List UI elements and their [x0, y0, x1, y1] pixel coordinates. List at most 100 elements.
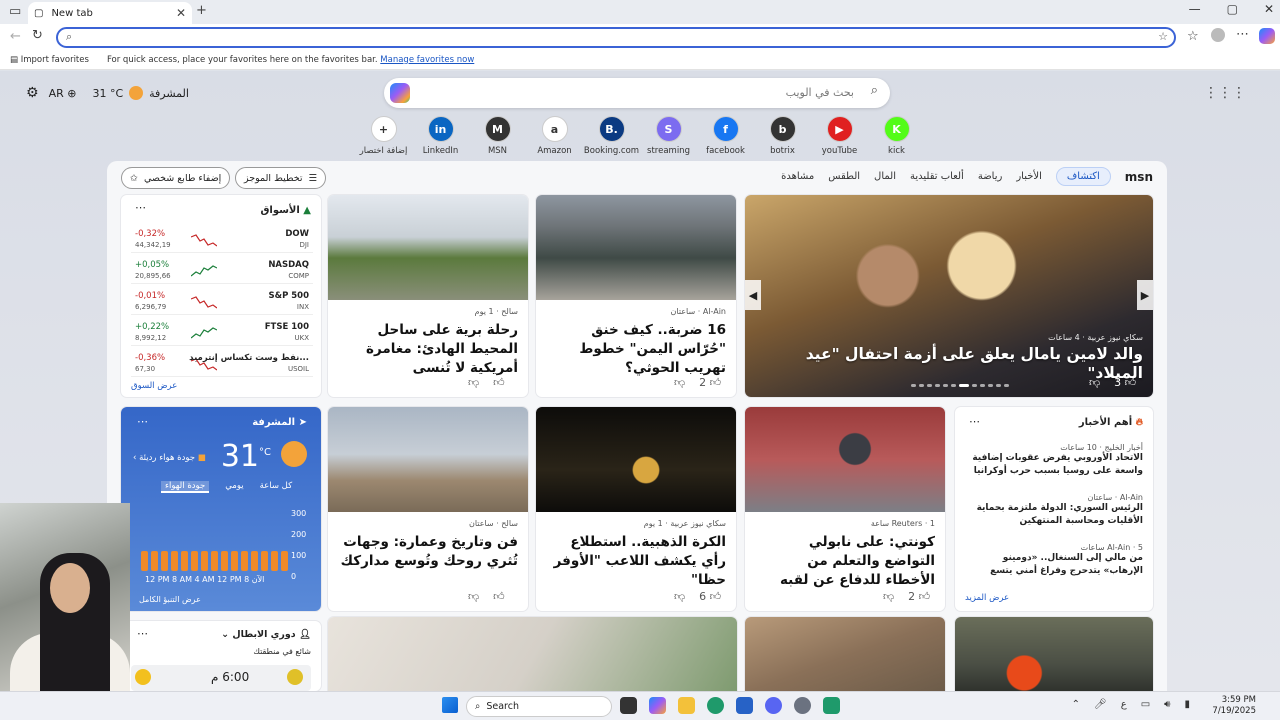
- task-view-icon[interactable]: [620, 697, 637, 714]
- feed-tab[interactable]: مشاهدة: [781, 171, 814, 182]
- weather-chip[interactable]: 31 °C المشرفة: [92, 86, 189, 100]
- shortcut-tile[interactable]: + إضافة اختصار: [355, 116, 412, 156]
- like-button[interactable]: 2 👍︎: [908, 590, 930, 603]
- feed-tab[interactable]: اكتشاف: [1055, 167, 1111, 186]
- copilot-icon[interactable]: [649, 697, 666, 714]
- personalize-button[interactable]: ✩ إضفاء طابع شخصي: [121, 167, 231, 189]
- store-icon[interactable]: [736, 697, 753, 714]
- weather-tab[interactable]: جودة الهواء: [161, 481, 210, 493]
- top-news-item[interactable]: أخبار الخليج · 10 ساعات الاتحاد الأوروبي …: [965, 443, 1143, 478]
- edge-icon[interactable]: [707, 697, 724, 714]
- news-title[interactable]: الكرة الذهبية.. استطلاع رأي يكشف اللاعب …: [546, 533, 726, 590]
- carousel-prev-button[interactable]: ◀: [745, 280, 761, 310]
- news-card[interactable]: Al-Ain · ساعتان 16 ضربة.. كيف خنق "حُرّا…: [536, 195, 736, 397]
- like-button[interactable]: 6 👍︎: [699, 590, 721, 603]
- dislike-icon[interactable]: 👎︎: [883, 590, 894, 603]
- battery-icon[interactable]: ▮: [1184, 699, 1190, 710]
- tab-actions-icon[interactable]: ▭: [9, 4, 21, 19]
- more-options-icon[interactable]: ⋯: [135, 201, 146, 214]
- manage-favorites-link[interactable]: Manage favorites now: [380, 55, 474, 65]
- minimize-icon[interactable]: —: [1189, 2, 1201, 16]
- close-tab-icon[interactable]: ✕: [176, 6, 186, 20]
- tab-new-tab[interactable]: ▢ New tab ✕: [28, 2, 192, 24]
- news-card[interactable]: Reuters · 1 ساعة كونتي: على نابولي التوا…: [745, 407, 945, 611]
- more-options-icon[interactable]: ⋯: [969, 415, 980, 428]
- top-news-item[interactable]: Al-Ain · ساعتان الرئيس السوري: الدولة ملت…: [965, 493, 1143, 528]
- search-icon[interactable]: ⌕: [871, 83, 878, 98]
- full-forecast-link[interactable]: عرض التنبؤ الكامل: [139, 595, 201, 604]
- market-row[interactable]: -0,32% 44,342,19 DOW DJI: [131, 227, 313, 253]
- news-title[interactable]: فن وتاريخ وعمارة: وجهات تُثري روحك وتُوس…: [338, 533, 518, 571]
- settings-icon[interactable]: [794, 697, 811, 714]
- file-explorer-icon[interactable]: [678, 697, 695, 714]
- discord-icon[interactable]: [765, 697, 782, 714]
- market-row[interactable]: -0,01% 6,296,79 S&P 500 INX: [131, 289, 313, 315]
- feed-tab[interactable]: المال: [874, 171, 896, 182]
- shortcut-tile[interactable]: b botrix: [754, 116, 811, 156]
- new-tab-icon[interactable]: +: [196, 3, 207, 18]
- address-bar[interactable]: ⌕ ☆: [56, 27, 1176, 48]
- dislike-icon[interactable]: 👎︎: [1089, 376, 1100, 389]
- news-card[interactable]: سكاي نيوز عربية · 1 يوم الكرة الذهبية.. …: [536, 407, 736, 611]
- favorites-icon[interactable]: ☆: [1187, 29, 1199, 44]
- dislike-icon[interactable]: 👎︎: [674, 590, 685, 603]
- shortcut-tile[interactable]: ▶ youTube: [811, 116, 868, 156]
- shortcut-tile[interactable]: B. Booking.com: [583, 116, 640, 156]
- news-card[interactable]: سالح · ساعتان فن وتاريخ وعمارة: وجهات تُ…: [328, 407, 528, 611]
- feed-layout-button[interactable]: تخطيط الموجز ☰: [235, 167, 327, 189]
- like-button[interactable]: 2 👍︎: [699, 376, 721, 389]
- dislike-icon[interactable]: 👎︎: [468, 590, 479, 603]
- news-card[interactable]: [955, 617, 1153, 691]
- taskbar-search[interactable]: ⌕ Search: [466, 696, 612, 717]
- msn-logo[interactable]: msn: [1125, 170, 1153, 184]
- shortcut-tile[interactable]: a Amazon: [526, 116, 583, 156]
- weather-tab[interactable]: يومي: [225, 481, 243, 493]
- carousel-next-button[interactable]: ▶: [1137, 280, 1153, 310]
- copilot-icon[interactable]: [1259, 28, 1275, 44]
- refresh-icon[interactable]: ↻: [32, 28, 43, 43]
- market-row[interactable]: +0,22% 8,992,12 FTSE 100 UKX: [131, 320, 313, 346]
- feed-tab[interactable]: ألعاب تقليدية: [910, 171, 964, 182]
- market-row[interactable]: -0,36% 67,30 نفط وست تكساس إنترميد... USOIL: [131, 351, 313, 377]
- start-icon[interactable]: [442, 697, 458, 713]
- settings-icon[interactable]: ⚙: [26, 85, 39, 101]
- news-card[interactable]: [328, 617, 737, 691]
- feed-tab[interactable]: رياضة: [978, 171, 1003, 182]
- more-icon[interactable]: ⋯: [1236, 27, 1249, 42]
- web-search-box[interactable]: بحث في الويب ⌕: [384, 78, 890, 108]
- app-icon[interactable]: [823, 697, 840, 714]
- import-favorites-button[interactable]: ▤ Import favorites: [10, 55, 89, 65]
- like-icon[interactable]: 👍︎: [493, 376, 505, 389]
- more-options-icon[interactable]: ⋯: [137, 627, 148, 640]
- language-indicator[interactable]: ع: [1121, 699, 1127, 710]
- apps-grid-icon[interactable]: ⋮⋮⋮: [1204, 85, 1246, 101]
- like-button[interactable]: 3 👍︎: [1114, 376, 1136, 389]
- news-card[interactable]: سالح · 1 يوم رحلة برية على ساحل المحيط ا…: [328, 195, 528, 397]
- shortcut-tile[interactable]: in LinkedIn: [412, 116, 469, 156]
- weather-card[interactable]: ⋯ ➤ المشرفة 31°C ‹ جودة هواء رديئة ■ كل …: [121, 407, 321, 611]
- weather-tab[interactable]: كل ساعة: [260, 481, 293, 493]
- back-icon[interactable]: ←: [10, 29, 21, 44]
- mic-icon[interactable]: 🎤︎: [1094, 699, 1107, 710]
- profile-avatar[interactable]: [1211, 28, 1225, 42]
- language-button[interactable]: AR ⊕: [49, 87, 77, 100]
- news-title[interactable]: كونتي: على نابولي التواضع والتعلم من الأ…: [755, 533, 935, 590]
- view-more-link[interactable]: عرض المزيد: [965, 593, 1009, 603]
- league-card[interactable]: ⋯ 👤︎ دوري الابطال ⌄ شائع في منطقتك 6:00 …: [121, 621, 321, 691]
- chevron-up-icon[interactable]: ⌃: [1072, 699, 1080, 710]
- dislike-icon[interactable]: 👎︎: [468, 376, 479, 389]
- shortcut-tile[interactable]: Kkick: [868, 116, 925, 156]
- view-market-link[interactable]: عرض السوق: [131, 381, 177, 391]
- news-title[interactable]: رحلة برية على ساحل المحيط الهادئ: مغامرة…: [338, 321, 518, 378]
- like-icon[interactable]: 👍︎: [493, 590, 505, 603]
- news-title[interactable]: 16 ضربة.. كيف خنق "حُرّاس اليمن" خطوط ته…: [546, 321, 726, 378]
- shortcut-tile[interactable]: f facebook: [697, 116, 754, 156]
- favorite-star-icon[interactable]: ☆: [1158, 30, 1168, 43]
- clock[interactable]: 3:59 PM 7/19/2025: [1212, 695, 1256, 717]
- shortcut-tile[interactable]: Sstreaming: [640, 116, 697, 156]
- copilot-icon[interactable]: [390, 83, 410, 103]
- feed-tab[interactable]: الطقس: [828, 171, 860, 182]
- feed-tab[interactable]: الأخبار: [1016, 171, 1042, 182]
- shortcut-tile[interactable]: M MSN: [469, 116, 526, 156]
- air-quality-link[interactable]: ‹ جودة هواء رديئة ■: [133, 453, 206, 463]
